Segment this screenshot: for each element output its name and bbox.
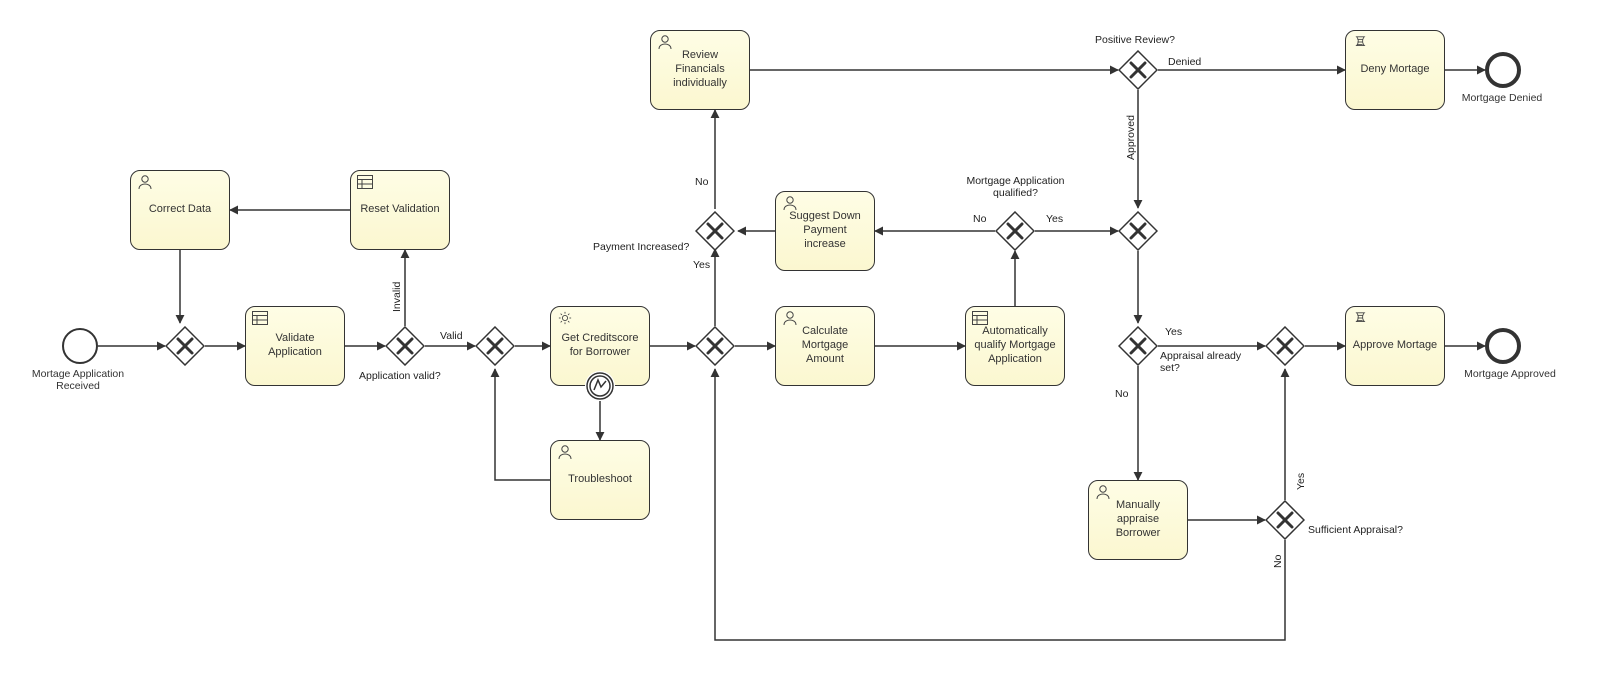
gateway-payment-merge: [695, 326, 735, 366]
edge-label: Approved: [1125, 115, 1137, 160]
user-icon: [657, 35, 673, 49]
task-label: Calculate Mortgage Amount: [782, 325, 868, 366]
gateway-merge-10: [1265, 326, 1305, 366]
gateway-label: Positive Review?: [1095, 34, 1175, 46]
edge-label: No: [973, 213, 986, 225]
task-review-financials: Review Financials individually: [650, 30, 750, 110]
gateway-merge-1: [165, 326, 205, 366]
user-icon: [782, 196, 798, 210]
task-suggest-down-payment: Suggest Down Payment increase: [775, 191, 875, 271]
task-label: Automatically qualify Mortgage Applicati…: [972, 325, 1058, 366]
start-event: [62, 328, 98, 364]
gateway-mortgage-qualified: [995, 211, 1035, 251]
user-icon: [1095, 485, 1111, 499]
task-label: Approve Mortage: [1353, 339, 1437, 353]
business-rule-icon: [972, 311, 988, 325]
task-manual-appraise: Manually appraise Borrower: [1088, 480, 1188, 560]
task-label: Reset Validation: [360, 203, 439, 217]
task-label: Manually appraise Borrower: [1095, 499, 1181, 540]
end-event-label: Mortgage Approved: [1450, 368, 1570, 380]
end-event-approved: [1485, 328, 1521, 364]
task-label: Deny Mortage: [1360, 63, 1429, 77]
gateway-label: Sufficient Appraisal?: [1308, 524, 1403, 536]
task-approve-mortgage: Approve Mortage: [1345, 306, 1445, 386]
edge-label: Invalid: [391, 282, 403, 312]
script-icon: [1352, 35, 1368, 49]
edge-label: Denied: [1168, 56, 1201, 68]
edge-label: No: [1272, 555, 1284, 568]
task-validate-application: Validate Application: [245, 306, 345, 386]
gateway-merge-7: [1118, 211, 1158, 251]
task-deny-mortgage: Deny Mortage: [1345, 30, 1445, 110]
gateway-label: Mortgage Application qualified?: [958, 175, 1073, 199]
edge-label: Yes: [1165, 326, 1182, 338]
task-troubleshoot: Troubleshoot: [550, 440, 650, 520]
task-reset-validation: Reset Validation: [350, 170, 450, 250]
task-label: Suggest Down Payment increase: [782, 210, 868, 251]
task-label: Get Creditscore for Borrower: [557, 332, 643, 360]
task-label: Correct Data: [149, 203, 211, 217]
edge-label: No: [695, 176, 708, 188]
gateway-application-valid: [385, 326, 425, 366]
gateway-payment-increased: [695, 211, 735, 251]
task-auto-qualify: Automatically qualify Mortgage Applicati…: [965, 306, 1065, 386]
start-event-label: Mortage Application Received: [18, 368, 138, 392]
boundary-error-event: [585, 371, 615, 401]
task-correct-data: Correct Data: [130, 170, 230, 250]
gateway-merge-3: [475, 326, 515, 366]
task-label: Review Financials individually: [657, 49, 743, 90]
bpmn-canvas: Mortage Application Received Validate Ap…: [0, 0, 1616, 699]
business-rule-icon: [252, 311, 268, 325]
edge-label: Yes: [1295, 473, 1307, 490]
gateway-label: Appraisal already set?: [1160, 350, 1250, 374]
user-icon: [557, 445, 573, 459]
edge-label: Yes: [1046, 213, 1063, 225]
gateway-label: Payment Increased?: [593, 241, 689, 253]
business-rule-icon: [357, 175, 373, 189]
user-icon: [782, 311, 798, 325]
task-label: Troubleshoot: [568, 473, 632, 487]
script-icon: [1352, 311, 1368, 325]
edge-label: No: [1115, 388, 1128, 400]
task-calculate-mortgage: Calculate Mortgage Amount: [775, 306, 875, 386]
gateway-label: Application valid?: [359, 370, 441, 382]
edge-label: Valid: [440, 330, 463, 342]
service-gear-icon: [557, 311, 573, 325]
end-event-label: Mortgage Denied: [1442, 92, 1562, 104]
gateway-sufficient-appraisal: [1265, 500, 1305, 540]
edge-label: Yes: [693, 259, 710, 271]
task-label: Validate Application: [252, 332, 338, 360]
gateway-appraisal-set: [1118, 326, 1158, 366]
gateway-positive-review: [1118, 50, 1158, 90]
user-icon: [137, 175, 153, 189]
end-event-denied: [1485, 52, 1521, 88]
